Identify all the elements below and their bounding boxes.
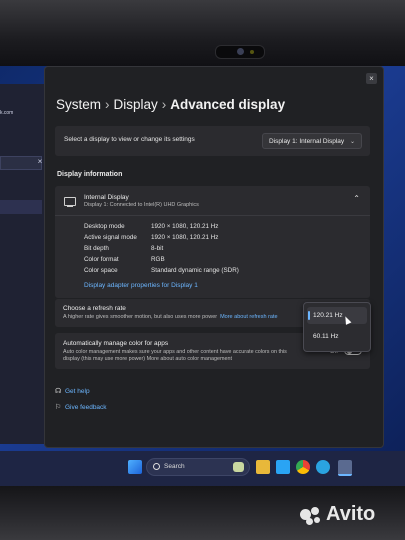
background-window: k.com × bbox=[0, 84, 48, 444]
spec-label: Active signal mode bbox=[84, 234, 137, 241]
give-feedback-label: Give feedback bbox=[65, 404, 107, 411]
spec-value: 8-bit bbox=[151, 245, 164, 252]
monitor-icon bbox=[64, 197, 76, 207]
spec-label: Bit depth bbox=[84, 245, 109, 252]
auto-color-title: Automatically manage color for apps bbox=[63, 340, 169, 347]
spec-value: 1920 × 1080, 120.21 Hz bbox=[151, 223, 219, 230]
background-selected-item[interactable] bbox=[0, 200, 42, 214]
spec-value: RGB bbox=[151, 256, 165, 263]
refresh-rate-title: Choose a refresh rate bbox=[63, 305, 126, 312]
give-feedback-link[interactable]: ⚐ Give feedback bbox=[55, 403, 107, 411]
chevron-up-icon[interactable]: ⌃ bbox=[353, 194, 360, 203]
page-title: Advanced display bbox=[170, 97, 286, 112]
edge-icon[interactable] bbox=[276, 460, 290, 474]
chevron-down-icon: ⌄ bbox=[349, 139, 355, 145]
display-information-card: Internal Display Display 1: Connected to… bbox=[55, 186, 370, 298]
avito-wordmark: Avito bbox=[326, 503, 376, 525]
settings-window: × System › Display › Advanced display Select… bbox=[44, 66, 384, 448]
spec-value: Standard dynamic range (SDR) bbox=[151, 267, 239, 274]
breadcrumb: System › Display › Advanced display bbox=[56, 97, 285, 112]
help-icon: ☊ bbox=[55, 388, 62, 395]
start-icon[interactable] bbox=[128, 460, 142, 474]
telegram-icon[interactable] bbox=[316, 460, 330, 474]
taskbar: Search bbox=[0, 451, 405, 486]
spec-label: Color format bbox=[84, 256, 119, 263]
background-url: k.com bbox=[0, 110, 14, 116]
display-dropdown-value: Display 1: Internal Display bbox=[269, 138, 345, 145]
webcam bbox=[215, 45, 265, 59]
breadcrumb-separator: › bbox=[161, 97, 167, 112]
refresh-rate-link[interactable]: More about refresh rate bbox=[220, 314, 277, 320]
screen: k.com × × System › Display › Advanced displa… bbox=[0, 66, 405, 486]
display-adapter-link[interactable]: Display adapter properties for Display 1 bbox=[84, 282, 198, 289]
search-icon bbox=[153, 463, 160, 470]
search-label: Search bbox=[164, 463, 185, 470]
spec-label: Color space bbox=[84, 267, 118, 274]
breadcrumb-system[interactable]: System bbox=[56, 97, 101, 112]
breadcrumb-display[interactable]: Display bbox=[114, 97, 158, 112]
refresh-option[interactable]: 120.21 Hz bbox=[307, 307, 367, 324]
refresh-option[interactable]: 60.11 Hz bbox=[307, 328, 367, 345]
window-close-button[interactable]: × bbox=[366, 73, 377, 84]
file-explorer-icon[interactable] bbox=[256, 460, 270, 474]
breadcrumb-separator: › bbox=[105, 97, 110, 112]
refresh-rate-description-text: A higher rate gives smoother motion, but… bbox=[63, 314, 218, 320]
refresh-rate-flyout: 120.21 Hz 60.11 Hz bbox=[303, 302, 371, 352]
select-display-label: Select a display to view or change its s… bbox=[64, 136, 195, 143]
display-name: Internal Display bbox=[84, 194, 129, 201]
section-title-display-information: Display information bbox=[57, 171, 123, 178]
laptop-bezel-top bbox=[0, 0, 405, 66]
feedback-icon: ⚐ bbox=[55, 404, 62, 411]
get-help-link[interactable]: ☊ Get help bbox=[55, 387, 90, 395]
search-highlight-icon bbox=[233, 462, 244, 472]
spec-label: Desktop mode bbox=[84, 223, 125, 230]
display-dropdown[interactable]: Display 1: Internal Display ⌄ bbox=[262, 133, 362, 149]
refresh-rate-description: A higher rate gives smoother motion, but… bbox=[63, 314, 278, 320]
display-connection: Display 1: Connected to Intel(R) UHD Gra… bbox=[84, 202, 199, 208]
select-display-card: Select a display to view or change its s… bbox=[55, 126, 370, 156]
divider bbox=[55, 215, 370, 216]
avito-watermark: Avito bbox=[296, 499, 396, 531]
chrome-icon[interactable] bbox=[296, 460, 310, 474]
auto-color-description: Auto color management makes sure your ap… bbox=[63, 349, 287, 362]
settings-gear-icon[interactable] bbox=[338, 460, 352, 476]
spec-value: 1920 × 1080, 120.21 Hz bbox=[151, 234, 219, 241]
get-help-label: Get help bbox=[65, 388, 90, 395]
taskbar-search[interactable]: Search bbox=[146, 458, 250, 476]
